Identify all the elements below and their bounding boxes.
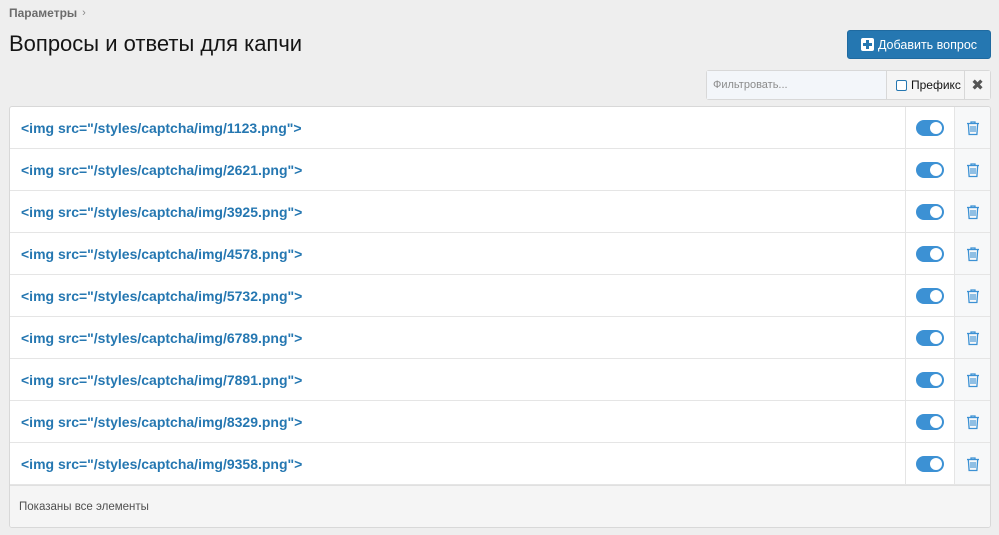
- delete-button[interactable]: [954, 359, 990, 400]
- question-link[interactable]: <img src="/styles/captcha/img/4578.png">: [10, 233, 905, 274]
- trash-icon: [966, 288, 979, 303]
- list-footer: Показаны все элементы: [10, 485, 990, 527]
- enabled-toggle[interactable]: [916, 371, 944, 388]
- delete-button[interactable]: [954, 275, 990, 316]
- table-row: <img src="/styles/captcha/img/8329.png">: [10, 401, 990, 443]
- prefix-checkbox[interactable]: [896, 79, 907, 91]
- filter-bar: Префикс ✖: [706, 70, 991, 100]
- question-link[interactable]: <img src="/styles/captcha/img/7891.png">: [10, 359, 905, 400]
- delete-button[interactable]: [954, 107, 990, 148]
- prefix-label: Префикс: [911, 78, 961, 92]
- delete-button[interactable]: [954, 191, 990, 232]
- clear-filter-icon[interactable]: ✖: [965, 71, 990, 99]
- table-row: <img src="/styles/captcha/img/4578.png">: [10, 233, 990, 275]
- breadcrumb-link-parameters[interactable]: Параметры: [9, 6, 77, 20]
- plus-square-icon: [860, 38, 874, 51]
- table-row: <img src="/styles/captcha/img/1123.png">: [10, 107, 990, 149]
- question-link[interactable]: <img src="/styles/captcha/img/3925.png">: [10, 191, 905, 232]
- toggle-cell: [905, 443, 954, 484]
- table-row: <img src="/styles/captcha/img/3925.png">: [10, 191, 990, 233]
- prefix-checkbox-control[interactable]: Префикс: [887, 71, 965, 99]
- question-link[interactable]: <img src="/styles/captcha/img/5732.png">: [10, 275, 905, 316]
- delete-button[interactable]: [954, 443, 990, 484]
- delete-button[interactable]: [954, 401, 990, 442]
- trash-icon: [966, 162, 979, 177]
- table-row: <img src="/styles/captcha/img/9358.png">: [10, 443, 990, 485]
- toggle-cell: [905, 107, 954, 148]
- add-question-button[interactable]: Добавить вопрос: [847, 30, 991, 59]
- captcha-question-list: <img src="/styles/captcha/img/1123.png">…: [9, 106, 991, 528]
- toggle-cell: [905, 401, 954, 442]
- table-row: <img src="/styles/captcha/img/7891.png">: [10, 359, 990, 401]
- toggle-cell: [905, 191, 954, 232]
- trash-icon: [966, 414, 979, 429]
- enabled-toggle[interactable]: [916, 455, 944, 472]
- toggle-cell: [905, 233, 954, 274]
- breadcrumb: Параметры ›: [9, 6, 86, 20]
- enabled-toggle[interactable]: [916, 245, 944, 262]
- question-link[interactable]: <img src="/styles/captcha/img/1123.png">: [10, 107, 905, 148]
- trash-icon: [966, 330, 979, 345]
- enabled-toggle[interactable]: [916, 413, 944, 430]
- trash-icon: [966, 120, 979, 135]
- question-link[interactable]: <img src="/styles/captcha/img/2621.png">: [10, 149, 905, 190]
- trash-icon: [966, 246, 979, 261]
- question-link[interactable]: <img src="/styles/captcha/img/9358.png">: [10, 443, 905, 484]
- question-link[interactable]: <img src="/styles/captcha/img/6789.png">: [10, 317, 905, 358]
- toggle-cell: [905, 359, 954, 400]
- enabled-toggle[interactable]: [916, 329, 944, 346]
- page-title: Вопросы и ответы для капчи: [9, 31, 303, 56]
- trash-icon: [966, 456, 979, 471]
- filter-input[interactable]: [707, 71, 887, 99]
- trash-icon: [966, 204, 979, 219]
- chevron-right-icon: ›: [82, 7, 86, 19]
- trash-icon: [966, 372, 979, 387]
- enabled-toggle[interactable]: [916, 203, 944, 220]
- toggle-cell: [905, 317, 954, 358]
- enabled-toggle[interactable]: [916, 161, 944, 178]
- table-row: <img src="/styles/captcha/img/6789.png">: [10, 317, 990, 359]
- table-row: <img src="/styles/captcha/img/2621.png">: [10, 149, 990, 191]
- add-question-label: Добавить вопрос: [877, 37, 978, 52]
- delete-button[interactable]: [954, 317, 990, 358]
- table-row: <img src="/styles/captcha/img/5732.png">: [10, 275, 990, 317]
- delete-button[interactable]: [954, 149, 990, 190]
- question-link[interactable]: <img src="/styles/captcha/img/8329.png">: [10, 401, 905, 442]
- delete-button[interactable]: [954, 233, 990, 274]
- enabled-toggle[interactable]: [916, 119, 944, 136]
- toggle-cell: [905, 275, 954, 316]
- toggle-cell: [905, 149, 954, 190]
- enabled-toggle[interactable]: [916, 287, 944, 304]
